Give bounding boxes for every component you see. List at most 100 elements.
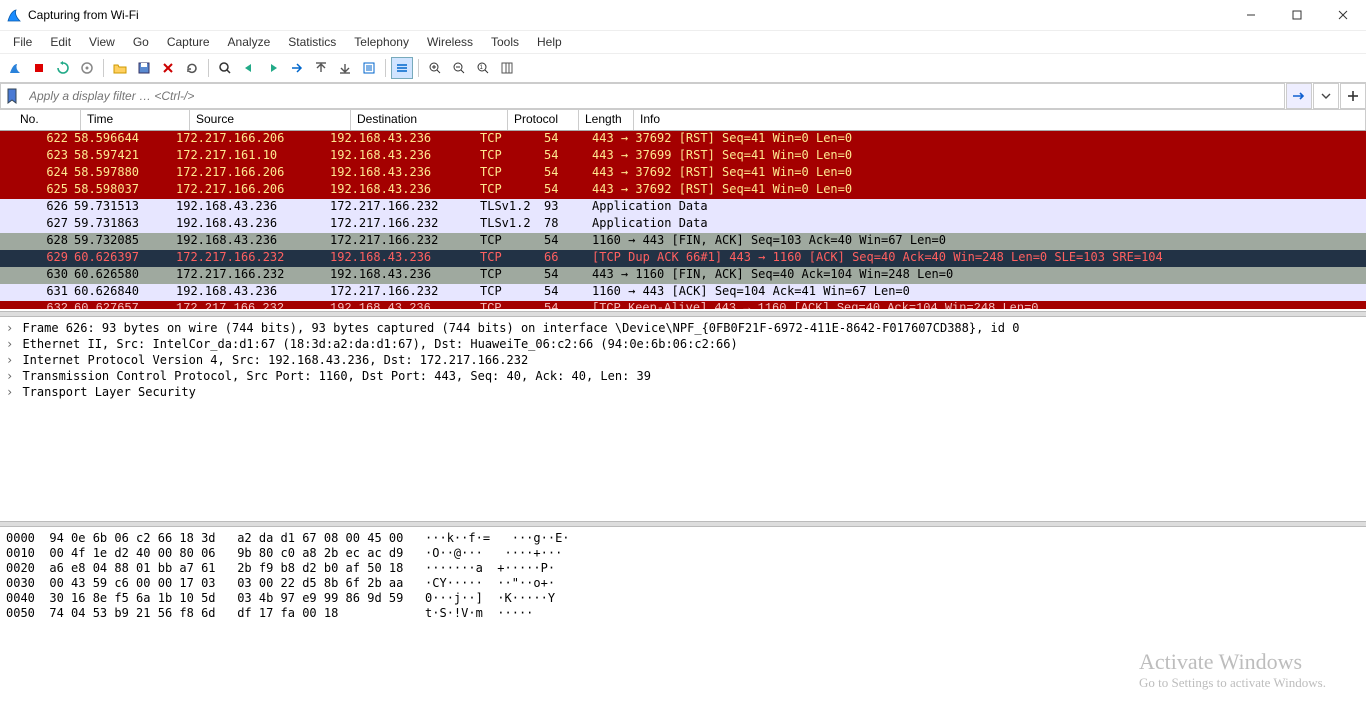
- toolbar: 1: [0, 54, 1366, 83]
- packet-row[interactable]: 62960.626397172.217.166.232192.168.43.23…: [0, 250, 1366, 267]
- packet-row[interactable]: 63260.627657172.217.166.232192.168.43.23…: [0, 301, 1366, 309]
- capture-options-icon[interactable]: [76, 57, 98, 79]
- packet-row[interactable]: 62558.598037172.217.166.206192.168.43.23…: [0, 182, 1366, 199]
- packet-row[interactable]: 62759.731863192.168.43.236172.217.166.23…: [0, 216, 1366, 233]
- packet-list-header[interactable]: No.TimeSourceDestinationProtocolLengthIn…: [0, 110, 1366, 131]
- menu-telephony[interactable]: Telephony: [345, 32, 418, 52]
- stop-capture-icon[interactable]: [28, 57, 50, 79]
- cell: 192.168.43.236: [330, 165, 480, 182]
- column-header[interactable]: Source: [190, 110, 351, 130]
- menu-file[interactable]: File: [4, 32, 41, 52]
- cell: 54: [544, 284, 592, 301]
- cell: 58.598037: [74, 182, 176, 199]
- find-packet-icon[interactable]: [214, 57, 236, 79]
- resize-columns-icon[interactable]: [496, 57, 518, 79]
- zoom-in-icon[interactable]: [424, 57, 446, 79]
- menu-statistics[interactable]: Statistics: [279, 32, 345, 52]
- filter-history-icon[interactable]: [1313, 83, 1339, 109]
- bookmark-filter-icon[interactable]: [0, 83, 23, 109]
- menu-analyze[interactable]: Analyze: [219, 32, 280, 52]
- packet-row[interactable]: 62458.597880172.217.166.206192.168.43.23…: [0, 165, 1366, 182]
- reload-icon[interactable]: [181, 57, 203, 79]
- column-header[interactable]: No.: [14, 110, 81, 130]
- column-header[interactable]: Info: [634, 110, 1366, 130]
- toolbar-separator: [208, 59, 209, 77]
- close-file-icon[interactable]: [157, 57, 179, 79]
- filter-add-button[interactable]: [1340, 83, 1366, 109]
- cell: 443 → 1160 [FIN, ACK] Seq=40 Ack=104 Win…: [592, 267, 1366, 284]
- column-header[interactable]: Destination: [351, 110, 508, 130]
- cell: 628: [14, 233, 74, 250]
- cell: 172.217.166.232: [330, 233, 480, 250]
- filter-apply-button[interactable]: [1286, 83, 1312, 109]
- cell: 54: [544, 165, 592, 182]
- hex-line[interactable]: 0020 a6 e8 04 88 01 bb a7 61 2b f9 b8 d2…: [6, 561, 1360, 576]
- go-back-icon[interactable]: [238, 57, 260, 79]
- auto-scroll-icon[interactable]: [358, 57, 380, 79]
- go-to-packet-icon[interactable]: [286, 57, 308, 79]
- go-forward-icon[interactable]: [262, 57, 284, 79]
- zoom-out-icon[interactable]: [448, 57, 470, 79]
- menu-capture[interactable]: Capture: [158, 32, 219, 52]
- cell: 60.627657: [74, 301, 176, 309]
- packet-list[interactable]: 62258.596644172.217.166.206192.168.43.23…: [0, 131, 1366, 311]
- cell: 172.217.166.206: [176, 131, 330, 148]
- cell: 192.168.43.236: [330, 301, 480, 309]
- hex-line[interactable]: 0000 94 0e 6b 06 c2 66 18 3d a2 da d1 67…: [6, 531, 1360, 546]
- minimize-button[interactable]: [1228, 0, 1274, 30]
- packet-row[interactable]: 63060.626580172.217.166.232192.168.43.23…: [0, 267, 1366, 284]
- save-file-icon[interactable]: [133, 57, 155, 79]
- cell: 59.731513: [74, 199, 176, 216]
- column-header[interactable]: Length: [579, 110, 634, 130]
- open-file-icon[interactable]: [109, 57, 131, 79]
- details-tree-item[interactable]: Ethernet II, Src: IntelCor_da:d1:67 (18:…: [6, 337, 1360, 353]
- restart-capture-icon[interactable]: [52, 57, 74, 79]
- hex-line[interactable]: 0040 30 16 8e f5 6a 1b 10 5d 03 4b 97 e9…: [6, 591, 1360, 606]
- menu-tools[interactable]: Tools: [482, 32, 528, 52]
- close-button[interactable]: [1320, 0, 1366, 30]
- cell: TCP: [480, 182, 544, 199]
- hex-line[interactable]: 0010 00 4f 1e d2 40 00 80 06 9b 80 c0 a8…: [6, 546, 1360, 561]
- details-tree-item[interactable]: Internet Protocol Version 4, Src: 192.16…: [6, 353, 1360, 369]
- hex-line[interactable]: 0050 74 04 53 b9 21 56 f8 6d df 17 fa 00…: [6, 606, 1360, 621]
- cell: 58.597880: [74, 165, 176, 182]
- cell: [TCP Dup ACK 66#1] 443 → 1160 [ACK] Seq=…: [592, 250, 1366, 267]
- maximize-button[interactable]: [1274, 0, 1320, 30]
- go-first-icon[interactable]: [310, 57, 332, 79]
- menu-wireless[interactable]: Wireless: [418, 32, 482, 52]
- cell: Application Data: [592, 216, 1366, 233]
- hex-line[interactable]: 0030 00 43 59 c6 00 00 17 03 03 00 22 d5…: [6, 576, 1360, 591]
- menu-edit[interactable]: Edit: [41, 32, 80, 52]
- colorize-icon[interactable]: [391, 57, 413, 79]
- column-header[interactable]: Protocol: [508, 110, 579, 130]
- packet-row[interactable]: 63160.626840192.168.43.236172.217.166.23…: [0, 284, 1366, 301]
- go-last-icon[interactable]: [334, 57, 356, 79]
- cell: 627: [14, 216, 74, 233]
- menu-go[interactable]: Go: [124, 32, 158, 52]
- packet-row[interactable]: 62859.732085192.168.43.236172.217.166.23…: [0, 233, 1366, 250]
- cell: 172.217.166.232: [330, 284, 480, 301]
- cell: 1160 → 443 [FIN, ACK] Seq=103 Ack=40 Win…: [592, 233, 1366, 250]
- details-tree-item[interactable]: Frame 626: 93 bytes on wire (744 bits), …: [6, 321, 1360, 337]
- packet-row[interactable]: 62659.731513192.168.43.236172.217.166.23…: [0, 199, 1366, 216]
- menu-view[interactable]: View: [80, 32, 124, 52]
- shark-fin-icon[interactable]: [4, 57, 26, 79]
- menu-help[interactable]: Help: [528, 32, 571, 52]
- toolbar-separator: [418, 59, 419, 77]
- details-tree-item[interactable]: Transport Layer Security: [6, 385, 1360, 401]
- display-filter-input[interactable]: [23, 83, 1285, 109]
- cell: 192.168.43.236: [176, 199, 330, 216]
- column-header[interactable]: Time: [81, 110, 190, 130]
- cell: 623: [14, 148, 74, 165]
- packet-details-pane[interactable]: Frame 626: 93 bytes on wire (744 bits), …: [0, 317, 1366, 521]
- cell: 172.217.166.232: [330, 216, 480, 233]
- packet-row[interactable]: 62358.597421172.217.161.10192.168.43.236…: [0, 148, 1366, 165]
- packet-row[interactable]: 62258.596644172.217.166.206192.168.43.23…: [0, 131, 1366, 148]
- cell: 54: [544, 301, 592, 309]
- zoom-reset-icon[interactable]: 1: [472, 57, 494, 79]
- cell: 54: [544, 233, 592, 250]
- details-tree-item[interactable]: Transmission Control Protocol, Src Port:…: [6, 369, 1360, 385]
- cell: 626: [14, 199, 74, 216]
- filter-bar: [0, 83, 1366, 110]
- packet-bytes-pane[interactable]: 0000 94 0e 6b 06 c2 66 18 3d a2 da d1 67…: [0, 527, 1366, 707]
